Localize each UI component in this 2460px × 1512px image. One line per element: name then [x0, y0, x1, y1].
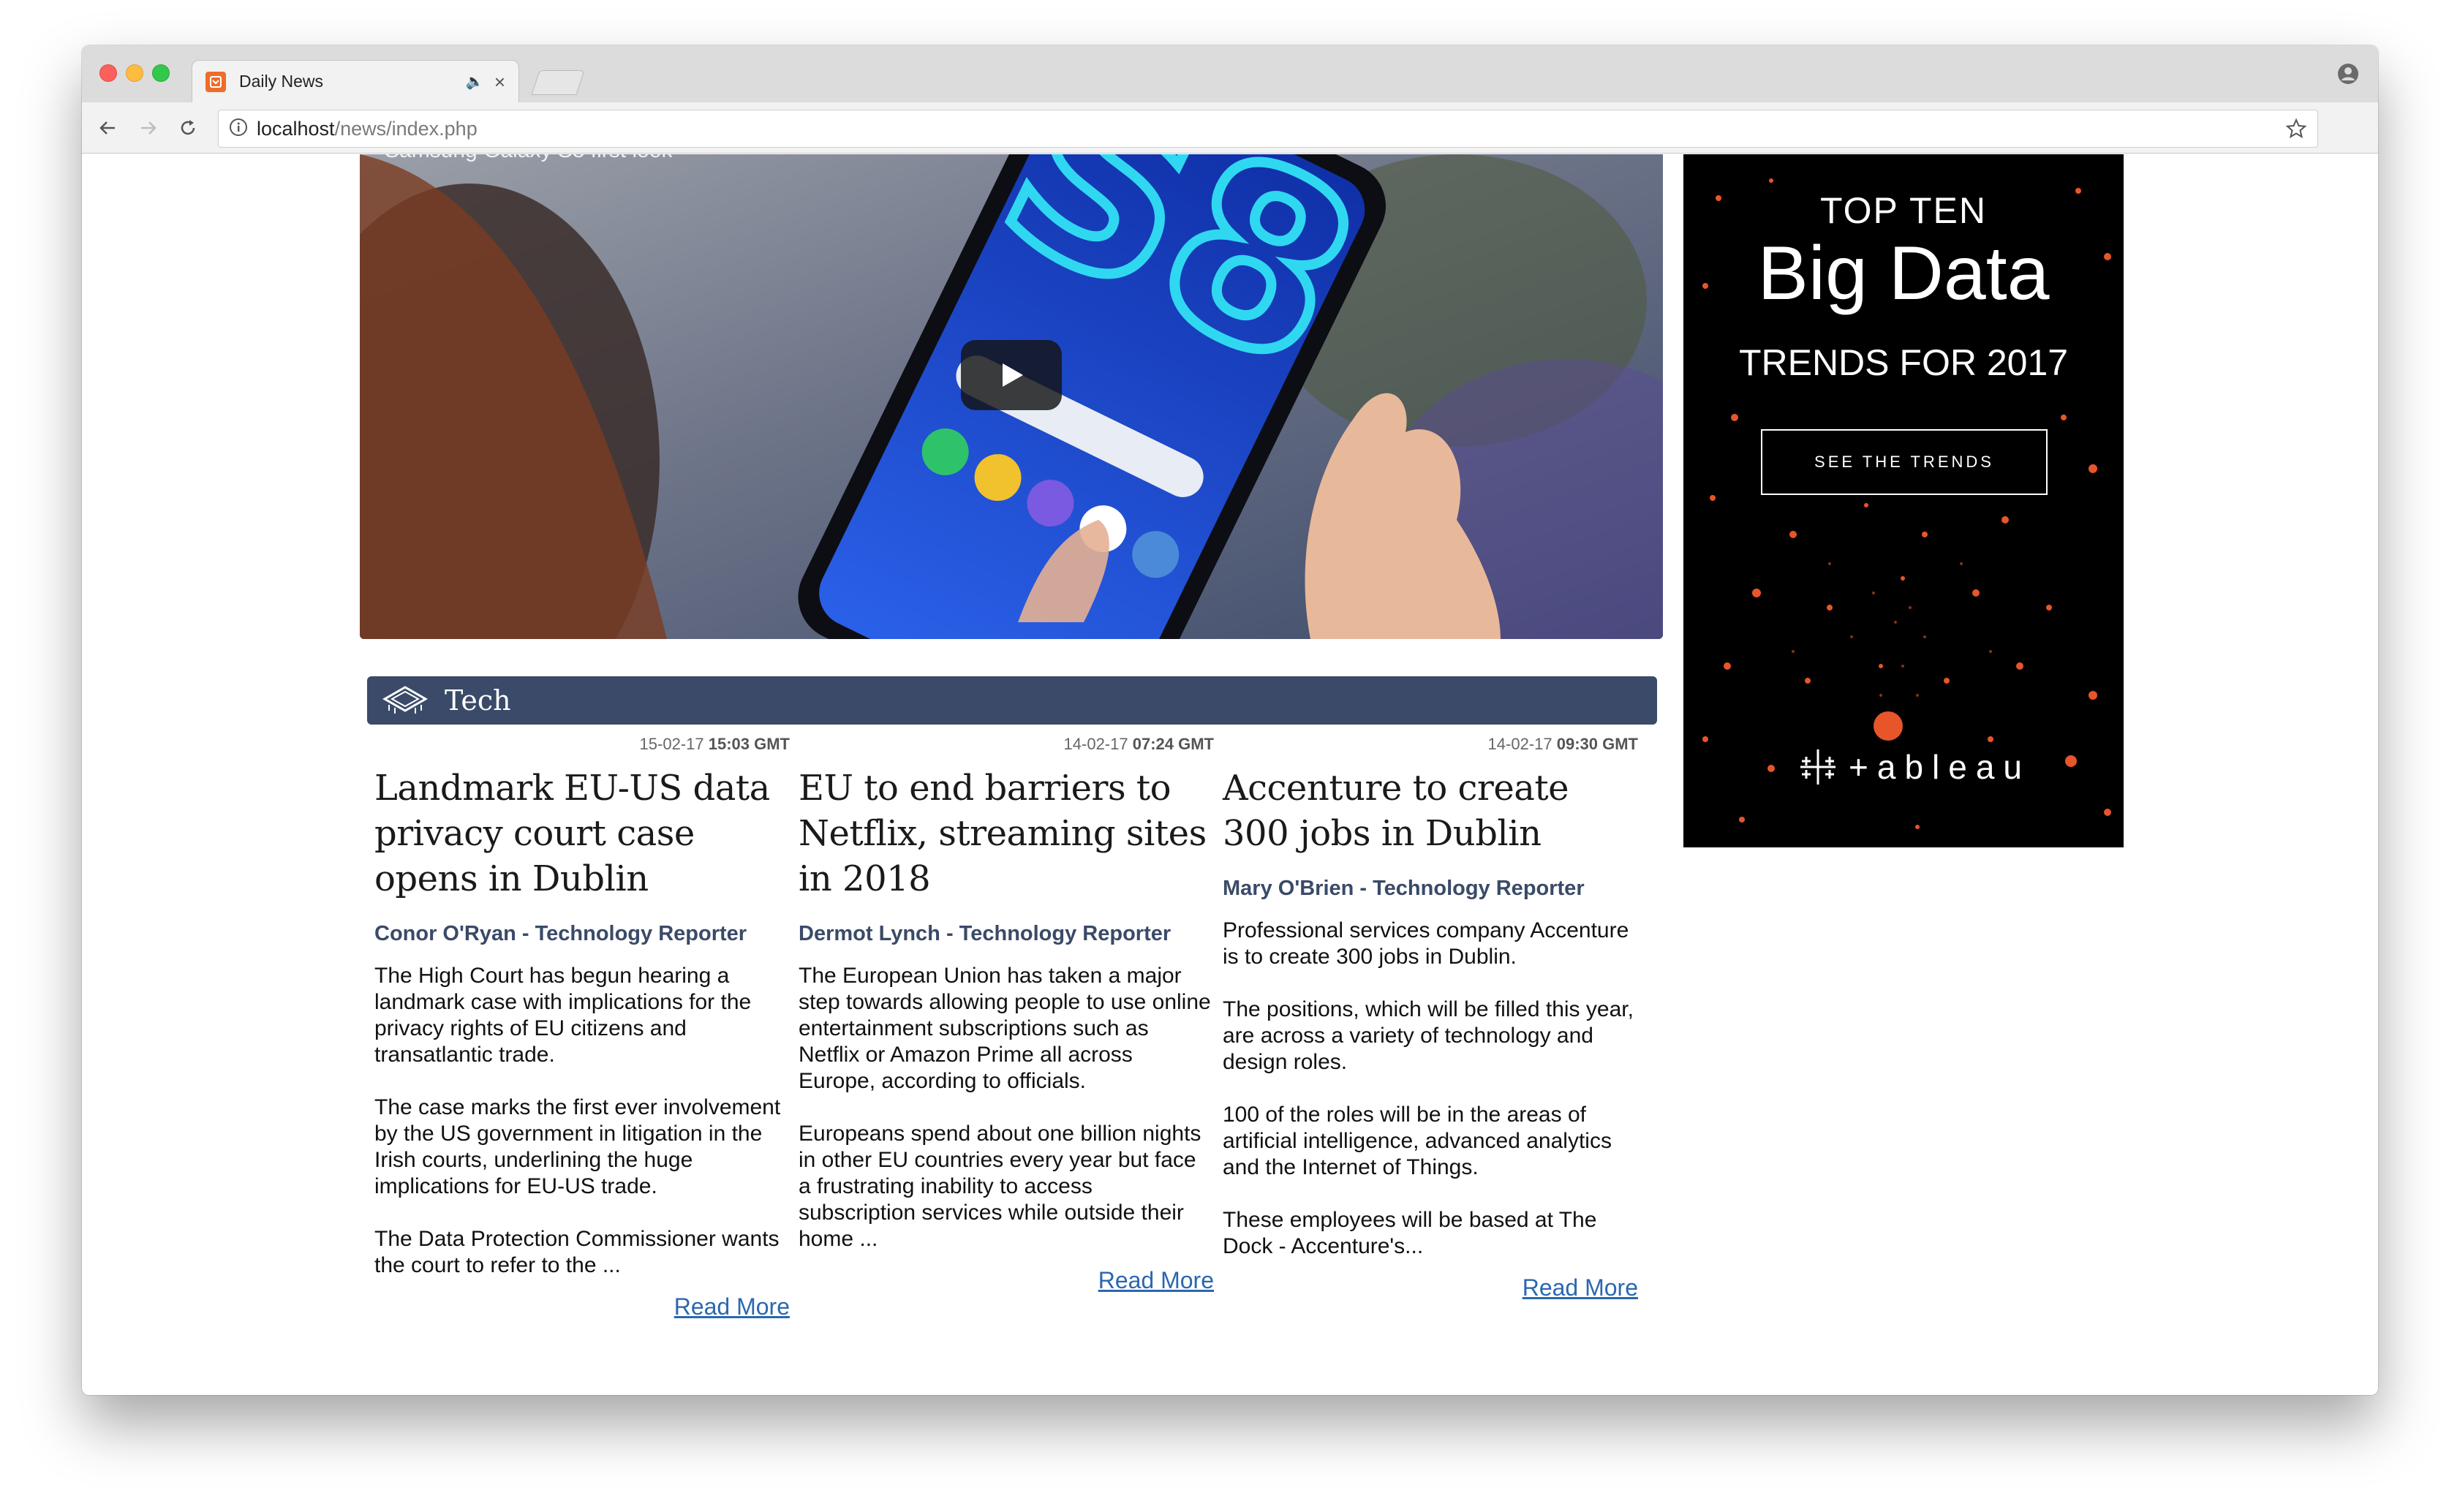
article-time: 09:30 GMT [1556, 735, 1638, 753]
article-timestamp: 15-02-17 15:03 GMT [374, 732, 790, 757]
article-timestamp: 14-02-17 07:24 GMT [799, 732, 1214, 757]
advertisement-banner[interactable]: TOP TEN Big Data TRENDS FOR 2017 SEE THE… [1683, 154, 2124, 847]
article-paragraph: The positions, which will be filled this… [1223, 997, 1634, 1074]
play-icon [1003, 363, 1023, 387]
toolbar: localhost/news/index.php [82, 102, 2378, 154]
article-time: 15:03 GMT [708, 735, 790, 753]
article-card: 14-02-17 07:24 GMT EU to end barriers to… [799, 732, 1214, 1294]
forward-arrow-icon[interactable] [136, 116, 161, 140]
article-author: Conor O'Ryan - Technology Reporter [374, 922, 747, 945]
page-viewport: S8 Samsung Galaxy S8 first look [82, 154, 2378, 1395]
ad-top-line: TOP TEN [1820, 190, 1987, 231]
article-title[interactable]: Landmark EU-US data privacy court case o… [374, 766, 790, 901]
url-host: localhost [257, 117, 335, 140]
profile-icon[interactable] [2337, 63, 2359, 88]
read-more-link[interactable]: Read More [1223, 1274, 1638, 1301]
tableau-logo: +ableau [1796, 745, 2031, 789]
article-time: 07:24 GMT [1132, 735, 1214, 753]
new-tab-button[interactable] [531, 70, 585, 95]
article-paragraph: The High Court has begun hearing a landm… [374, 964, 752, 1067]
article-summary: Professional services company Accenture … [1223, 918, 1638, 1260]
ad-sub-line: TRENDS FOR 2017 [1738, 342, 2069, 383]
address-bar[interactable]: localhost/news/index.php [218, 110, 2318, 148]
article-paragraph: The case marks the first ever involvemen… [374, 1095, 781, 1198]
article-paragraph: These employees will be based at The Doc… [1223, 1208, 1597, 1258]
article-date: 14-02-17 [1063, 735, 1128, 753]
chip-icon [382, 683, 429, 719]
article-card: 14-02-17 09:30 GMT Accenture to create 3… [1223, 732, 1638, 1301]
article-author: Dermot Lynch - Technology Reporter [799, 922, 1171, 945]
speaker-icon[interactable]: 🔈 [466, 72, 484, 91]
read-more-link[interactable]: Read More [374, 1293, 790, 1320]
tableau-cross-icon [1800, 749, 1835, 785]
article-timestamp: 14-02-17 09:30 GMT [1223, 732, 1638, 757]
video-caption: Samsung Galaxy S8 first look [385, 154, 673, 163]
article-summary: The High Court has begun hearing a landm… [374, 963, 790, 1279]
tab-title: Daily News [239, 72, 324, 91]
url-path: /news/index.php [334, 117, 478, 140]
article-date: 14-02-17 [1487, 735, 1552, 753]
article-paragraph: 100 of the roles will be in the areas of… [1223, 1103, 1612, 1179]
close-window-button[interactable] [99, 64, 117, 82]
browser-window: Daily News 🔈 × localhost/news/index.php [82, 45, 2378, 1395]
read-more-link[interactable]: Read More [799, 1267, 1214, 1294]
info-icon[interactable] [229, 118, 248, 140]
minimize-window-button[interactable] [126, 64, 143, 82]
section-title: Tech [445, 684, 511, 717]
article-paragraph: The European Union has taken a major ste… [799, 964, 1211, 1093]
close-tab-icon[interactable]: × [494, 72, 505, 91]
see-trends-button[interactable]: SEE THE TRENDS [1761, 429, 2048, 495]
article-card: 15-02-17 15:03 GMT Landmark EU-US data p… [374, 732, 790, 1320]
article-author: Mary O'Brien - Technology Reporter [1223, 877, 1585, 900]
article-date: 15-02-17 [639, 735, 704, 753]
article-summary: The European Union has taken a major ste… [799, 963, 1214, 1252]
article-paragraph: The Data Protection Commissioner wants t… [374, 1227, 780, 1277]
favicon-icon [205, 71, 226, 92]
browser-tab[interactable]: Daily News 🔈 × [192, 60, 519, 102]
article-paragraph: Europeans spend about one billion nights… [799, 1122, 1201, 1251]
video-player[interactable]: S8 Samsung Galaxy S8 first look [360, 154, 1663, 639]
article-paragraph: Professional services company Accenture … [1223, 918, 1629, 969]
back-arrow-icon[interactable] [95, 116, 120, 140]
tab-strip: Daily News 🔈 × [82, 45, 2378, 102]
ad-headline: Big Data [1757, 231, 2050, 316]
bookmark-star-icon[interactable] [2285, 118, 2307, 143]
article-title[interactable]: EU to end barriers to Netflix, streaming… [799, 766, 1214, 901]
article-title[interactable]: Accenture to create 300 jobs in Dublin [1223, 766, 1638, 856]
reload-icon[interactable] [176, 116, 200, 140]
maximize-window-button[interactable] [152, 64, 170, 82]
section-header: Tech [367, 676, 1657, 725]
tableau-wordmark: +ableau [1849, 748, 2031, 786]
play-button[interactable] [961, 340, 1062, 410]
